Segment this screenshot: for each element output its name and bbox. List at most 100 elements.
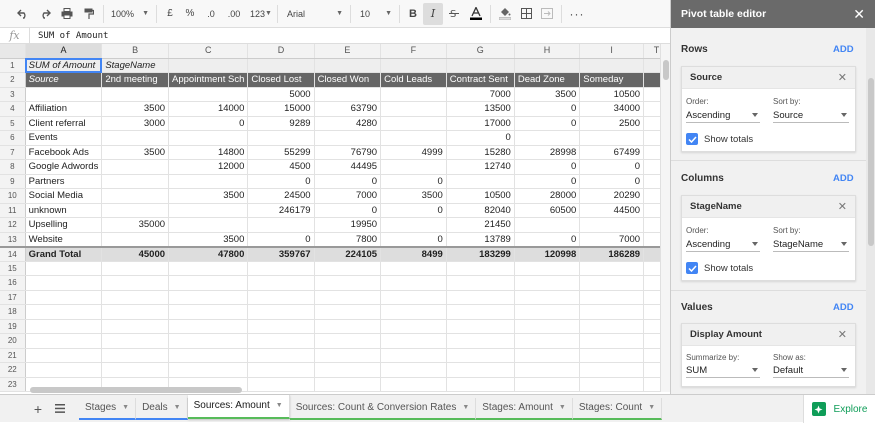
cell[interactable]: Source (25, 72, 103, 88)
cell[interactable] (380, 275, 447, 291)
row-header[interactable]: 23 (0, 377, 26, 392)
fill-color-icon[interactable] (494, 0, 516, 28)
row-header[interactable]: 1 (0, 58, 26, 73)
values-summarize-select[interactable]: SUM (686, 364, 760, 378)
cell[interactable]: 76790 (314, 145, 382, 160)
decrease-decimal-button[interactable]: .0 (200, 0, 222, 28)
cell[interactable]: 3500 (514, 87, 581, 102)
cell[interactable] (579, 130, 645, 146)
column-header[interactable]: G (446, 44, 515, 59)
cell[interactable]: 0 (380, 174, 447, 189)
cell[interactable]: 3000 (101, 116, 170, 131)
cell[interactable] (101, 275, 170, 291)
cell[interactable]: 2nd meeting (101, 72, 170, 88)
cell[interactable]: Website (25, 232, 103, 247)
cell[interactable] (514, 333, 581, 349)
cell[interactable] (168, 348, 249, 363)
cell[interactable]: 20290 (579, 188, 645, 204)
cell[interactable] (314, 87, 382, 102)
row-header[interactable]: 5 (0, 116, 26, 131)
cell[interactable]: 3500 (101, 101, 170, 117)
cell[interactable]: 7000 (579, 232, 645, 247)
explore-button[interactable]: Explore (803, 395, 875, 423)
columns-order-select[interactable]: Ascending (686, 238, 760, 252)
cell[interactable] (247, 275, 315, 291)
more-formats-select[interactable]: 123 ▼ (246, 0, 274, 28)
cell[interactable] (101, 232, 170, 247)
cell[interactable] (247, 319, 315, 334)
cell[interactable] (579, 58, 645, 73)
cell[interactable] (380, 101, 447, 117)
cell[interactable] (25, 304, 103, 320)
row-header[interactable]: 13 (0, 232, 26, 247)
cell[interactable]: Cold Leads (380, 72, 447, 88)
cell[interactable]: 0 (247, 174, 315, 189)
row-header[interactable]: 21 (0, 348, 26, 363)
column-header[interactable]: I (579, 44, 645, 59)
print-icon[interactable] (56, 0, 78, 28)
remove-icon[interactable]: ✕ (838, 200, 847, 213)
cell[interactable] (446, 377, 515, 392)
row-header[interactable]: 8 (0, 159, 26, 175)
row-header[interactable]: 12 (0, 217, 26, 233)
merge-cells-icon[interactable] (536, 0, 558, 28)
borders-icon[interactable] (516, 0, 536, 28)
row-header[interactable]: 16 (0, 275, 26, 291)
cell[interactable] (579, 217, 645, 233)
cell[interactable] (380, 319, 447, 334)
cell[interactable] (514, 217, 581, 233)
cell[interactable] (514, 319, 581, 334)
cell[interactable] (247, 217, 315, 233)
columns-add-button[interactable]: ADD (833, 173, 854, 184)
cell[interactable] (380, 261, 447, 276)
cell[interactable]: 8499 (380, 245, 447, 262)
cell[interactable]: 0 (579, 174, 645, 189)
cell[interactable] (101, 319, 170, 334)
cell[interactable]: Events (25, 130, 103, 146)
italic-button[interactable]: I (423, 2, 443, 25)
cell[interactable]: 34000 (579, 101, 645, 117)
cell[interactable] (168, 87, 249, 102)
chevron-down-icon[interactable]: ▼ (276, 402, 283, 409)
cell[interactable] (514, 377, 581, 392)
columns-show-totals-checkbox[interactable]: Show totals (686, 262, 753, 274)
cell[interactable]: StageName (101, 58, 170, 73)
cell[interactable] (101, 362, 170, 378)
cell[interactable]: 0 (514, 159, 581, 175)
cell[interactable] (247, 58, 315, 73)
remove-icon[interactable]: ✕ (838, 71, 847, 84)
cell[interactable]: 0 (514, 116, 581, 131)
cell[interactable]: Dead Zone (514, 72, 581, 88)
row-header[interactable]: 9 (0, 174, 26, 189)
row-header[interactable]: 18 (0, 304, 26, 320)
cell[interactable] (101, 261, 170, 276)
cell[interactable]: 0 (314, 203, 382, 218)
cell[interactable]: 44500 (579, 203, 645, 218)
column-header[interactable]: B (101, 44, 170, 59)
cell[interactable] (101, 87, 170, 102)
cell[interactable] (380, 348, 447, 363)
cell[interactable] (314, 333, 382, 349)
cell[interactable] (314, 348, 382, 363)
chevron-down-icon[interactable]: ▼ (462, 404, 469, 411)
font-select[interactable]: Arial ▼ (281, 0, 347, 28)
cell[interactable]: 63790 (314, 101, 382, 117)
cell[interactable] (446, 362, 515, 378)
row-header[interactable]: 6 (0, 130, 26, 146)
cell[interactable]: 3500 (168, 188, 249, 204)
cell[interactable]: 60500 (514, 203, 581, 218)
cell[interactable] (168, 275, 249, 291)
cell[interactable] (579, 348, 645, 363)
cell[interactable]: 0 (314, 174, 382, 189)
cell[interactable] (314, 58, 382, 73)
close-icon[interactable]: ✕ (853, 6, 865, 23)
horizontal-scrollbar[interactable] (30, 387, 242, 393)
cell[interactable] (380, 58, 447, 73)
cell[interactable]: 3500 (101, 145, 170, 160)
rows-sortby-select[interactable]: Source (773, 109, 849, 123)
remove-icon[interactable]: ✕ (838, 328, 847, 341)
text-color-icon[interactable] (465, 0, 487, 28)
row-header[interactable]: 4 (0, 101, 26, 117)
cell[interactable]: Partners (25, 174, 103, 189)
cell[interactable] (101, 188, 170, 204)
